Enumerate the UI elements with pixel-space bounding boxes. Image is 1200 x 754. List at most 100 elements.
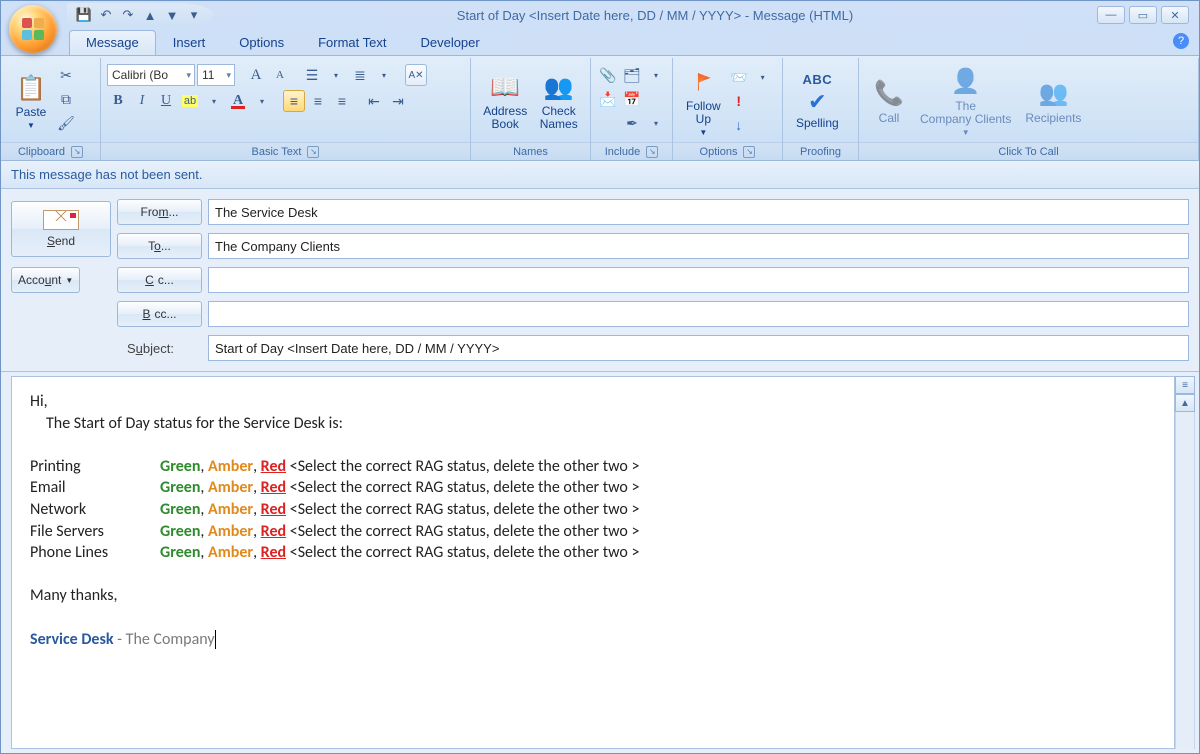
categorize-icon[interactable]: 📨 — [728, 66, 750, 88]
status-red: Red — [261, 522, 286, 541]
status-green: Green — [160, 543, 200, 562]
clipboard-launcher[interactable]: ↘ — [71, 146, 83, 158]
scrollbar-track[interactable] — [1175, 412, 1195, 749]
check-icon: ✔ — [808, 89, 826, 115]
qat-customize-icon[interactable]: ▾ — [185, 6, 203, 24]
ruler-toggle-icon[interactable]: ≡ — [1175, 376, 1195, 394]
calendar-icon[interactable]: 📅 — [621, 88, 643, 110]
save-icon[interactable]: 💾 — [75, 6, 93, 24]
status-green: Green — [160, 500, 200, 519]
tab-format-text[interactable]: Format Text — [301, 30, 403, 55]
group-clipboard-title: Clipboard — [18, 146, 65, 158]
minimize-button[interactable]: — — [1097, 6, 1125, 24]
subject-field[interactable]: Start of Day <Insert Date here, DD / MM … — [208, 335, 1189, 361]
numbering-icon[interactable]: ≣ — [349, 64, 371, 86]
clear-formatting-icon[interactable]: A✕ — [405, 64, 427, 86]
grow-font-icon[interactable]: A — [245, 64, 267, 86]
status-amber: Amber — [208, 457, 253, 476]
follow-up-button[interactable]: Follow Up ▼ — [679, 60, 728, 142]
align-left-icon[interactable]: ≡ — [283, 90, 305, 112]
copy-icon[interactable]: ⧉ — [55, 88, 77, 110]
check-names-button[interactable]: 👥 Check Names — [533, 60, 584, 142]
service-name: Email — [30, 477, 160, 499]
low-importance-icon[interactable]: ↓ — [728, 114, 750, 136]
shrink-font-icon[interactable]: A — [269, 64, 291, 86]
body-greeting: Hi, — [30, 391, 1156, 413]
business-card-icon[interactable]: 🗂 — [621, 64, 643, 86]
to-button[interactable]: To... — [117, 233, 202, 259]
phone-icon: 📞 — [873, 78, 905, 110]
scroll-up-button[interactable]: ▲ — [1175, 394, 1195, 412]
signature-icon[interactable]: ✒ — [621, 112, 643, 134]
call-button: 📞 Call — [865, 60, 913, 142]
redo-icon[interactable]: ↷ — [119, 6, 137, 24]
subject-label: Subject: — [117, 341, 202, 356]
format-painter-icon[interactable]: 🖌 — [55, 112, 77, 134]
body-thanks: Many thanks, — [30, 585, 1156, 607]
service-name: Printing — [30, 456, 160, 478]
address-book-button[interactable]: 📖 Address Book — [477, 60, 533, 142]
basictext-launcher[interactable]: ↘ — [307, 146, 319, 158]
help-icon[interactable]: ? — [1173, 33, 1189, 49]
status-amber: Amber — [208, 543, 253, 562]
send-button[interactable]: Send — [11, 201, 111, 257]
tab-message[interactable]: Message — [69, 30, 156, 55]
attach-file-icon[interactable]: 📎 — [597, 64, 619, 86]
group-options-title: Options — [700, 146, 738, 158]
tab-insert[interactable]: Insert — [156, 30, 223, 55]
tab-developer[interactable]: Developer — [403, 30, 496, 55]
maximize-button[interactable]: ▭ — [1129, 6, 1157, 24]
rag-instruction: <Select the correct RAG status, delete t… — [290, 478, 640, 497]
bcc-field[interactable] — [208, 301, 1189, 327]
spelling-label: Spelling — [796, 117, 839, 130]
paste-button[interactable]: 📋 Paste ▼ — [7, 60, 55, 142]
office-button[interactable] — [9, 5, 57, 53]
attach-item-icon[interactable]: 📩 — [597, 88, 619, 110]
font-name-combo[interactable]: Calibri (Bo — [107, 64, 195, 86]
cut-icon[interactable]: ✂ — [55, 64, 77, 86]
cc-field[interactable] — [208, 267, 1189, 293]
prev-item-icon[interactable]: ▲ — [141, 6, 159, 24]
align-right-icon[interactable]: ≡ — [331, 90, 353, 112]
options-launcher[interactable]: ↘ — [743, 146, 755, 158]
bcc-button[interactable]: Bcc... — [117, 301, 202, 327]
font-size-combo[interactable]: 11 — [197, 64, 235, 86]
increase-indent-icon[interactable]: ⇥ — [387, 90, 409, 112]
account-button[interactable]: Account ▼ — [11, 267, 80, 293]
spelling-button[interactable]: ABC ✔ Spelling — [789, 60, 846, 142]
group-clicktocall-title: Click To Call — [998, 146, 1058, 158]
include-launcher[interactable]: ↘ — [646, 146, 658, 158]
status-amber: Amber — [208, 500, 253, 519]
recipients-icon: 👥 — [1037, 78, 1069, 110]
to-field[interactable]: The Company Clients — [208, 233, 1189, 259]
undo-icon[interactable]: ↶ — [97, 6, 115, 24]
message-body[interactable]: Hi, The Start of Day status for the Serv… — [11, 376, 1175, 749]
paste-label: Paste — [16, 106, 47, 119]
cc-button[interactable]: Cc... — [117, 267, 202, 293]
highlight-icon[interactable]: ab — [179, 90, 201, 112]
group-basictext-title: Basic Text — [252, 146, 302, 158]
address-book-label: Address Book — [483, 105, 527, 131]
company-clients-label: The Company Clients — [920, 100, 1011, 126]
recipients-label: Recipients — [1025, 112, 1081, 125]
check-names-label: Check Names — [540, 105, 578, 131]
rag-status-row: PrintingGreen, Amber, Red <Select the co… — [30, 456, 1156, 478]
italic-button[interactable]: I — [131, 90, 153, 112]
bold-button[interactable]: B — [107, 90, 129, 112]
underline-button[interactable]: U — [155, 90, 177, 112]
rag-instruction: <Select the correct RAG status, delete t… — [290, 522, 640, 541]
from-button[interactable]: From... — [117, 199, 202, 225]
font-color-icon[interactable]: A — [227, 90, 249, 112]
bullets-icon[interactable]: ☰ — [301, 64, 323, 86]
tab-options[interactable]: Options — [222, 30, 301, 55]
from-field[interactable]: The Service Desk — [208, 199, 1189, 225]
decrease-indent-icon[interactable]: ⇤ — [363, 90, 385, 112]
status-green: Green — [160, 457, 200, 476]
align-center-icon[interactable]: ≡ — [307, 90, 329, 112]
status-green: Green — [160, 478, 200, 497]
next-item-icon[interactable]: ▼ — [163, 6, 181, 24]
group-include-title: Include — [605, 146, 640, 158]
rag-status-row: File ServersGreen, Amber, Red <Select th… — [30, 521, 1156, 543]
close-button[interactable]: ✕ — [1161, 6, 1189, 24]
high-importance-icon[interactable]: ! — [728, 90, 750, 112]
